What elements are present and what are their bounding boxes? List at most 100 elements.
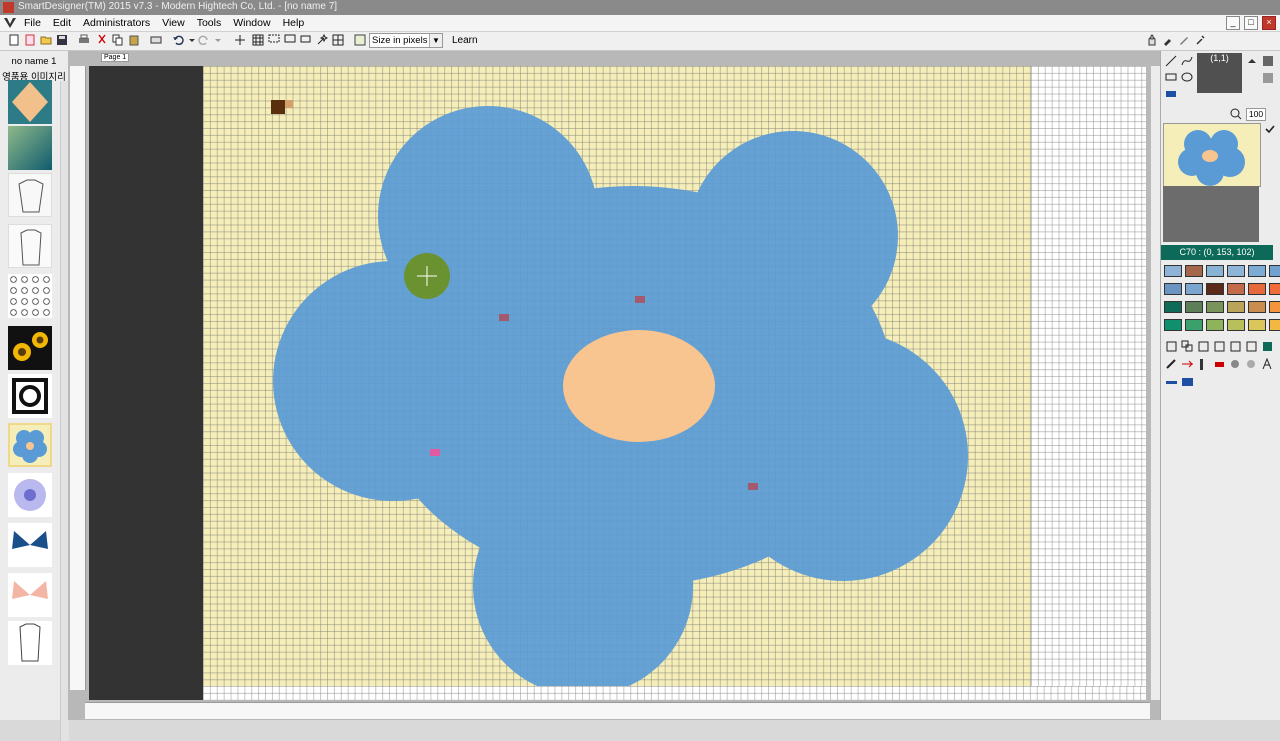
- text-tool-icon[interactable]: [1261, 358, 1274, 371]
- blue-flower-thumbnail[interactable]: [8, 423, 52, 467]
- zoom-level-field[interactable]: 100: [1246, 108, 1266, 121]
- select-cols-icon[interactable]: [300, 34, 312, 46]
- restore-button[interactable]: □: [1244, 16, 1258, 30]
- dropper-tool-icon[interactable]: [1194, 34, 1206, 46]
- page-tab[interactable]: Page 1: [101, 53, 130, 62]
- circle-pattern-thumbnail[interactable]: [8, 274, 52, 318]
- sunflower-thumbnail[interactable]: [8, 326, 52, 370]
- palette-swatch[interactable]: [1269, 265, 1280, 277]
- preview-check-icon[interactable]: [1264, 123, 1276, 135]
- palette-swatch[interactable]: [1269, 283, 1280, 295]
- copy-region-icon[interactable]: [1181, 340, 1194, 353]
- rectangle-tool-icon[interactable]: [1165, 71, 1177, 83]
- palette-swatch[interactable]: [1227, 301, 1245, 313]
- menu-edit[interactable]: Edit: [53, 16, 71, 30]
- palette-swatch[interactable]: [1227, 283, 1245, 295]
- palette-swatch[interactable]: [1206, 301, 1224, 313]
- flip-tool-icon[interactable]: [1197, 340, 1210, 353]
- view-toggle-icon[interactable]: [1262, 72, 1274, 84]
- learn-button[interactable]: Learn: [452, 35, 478, 46]
- size-refresh-icon[interactable]: [354, 34, 366, 46]
- cut-icon[interactable]: [96, 34, 108, 46]
- menu-view[interactable]: View: [162, 16, 185, 30]
- save-icon[interactable]: [56, 34, 68, 46]
- menu-help[interactable]: Help: [283, 16, 305, 30]
- paste-icon[interactable]: [128, 34, 140, 46]
- copy-icon[interactable]: [112, 34, 124, 46]
- foreground-color-icon[interactable]: [1261, 340, 1274, 353]
- menu-tools[interactable]: Tools: [197, 16, 222, 30]
- palette-swatch[interactable]: [1185, 319, 1203, 331]
- eraser-tool-icon[interactable]: [1213, 358, 1226, 371]
- ellipse-tool-icon[interactable]: [1181, 71, 1193, 83]
- brush-tool-icon[interactable]: [1162, 34, 1174, 46]
- new-file-icon[interactable]: [8, 34, 20, 46]
- palette-swatch[interactable]: [1248, 301, 1266, 313]
- mix-tool-icon[interactable]: [1229, 358, 1242, 371]
- new-template-icon[interactable]: [24, 34, 36, 46]
- recolor-tool-icon[interactable]: [1165, 358, 1178, 371]
- swap-color-icon[interactable]: [1181, 358, 1194, 371]
- grid-icon[interactable]: [252, 34, 264, 46]
- teal-gradient-thumbnail[interactable]: [8, 126, 52, 170]
- menu-administrators[interactable]: Administrators: [83, 16, 150, 30]
- palette-swatch[interactable]: [1269, 301, 1280, 313]
- redo-icon[interactable]: [198, 34, 210, 46]
- repeat-tool-icon[interactable]: [1245, 340, 1258, 353]
- palette-swatch[interactable]: [1227, 265, 1245, 277]
- select-region-icon[interactable]: [268, 34, 280, 46]
- zoom-icon[interactable]: [1230, 108, 1242, 120]
- scan-icon[interactable]: [150, 34, 162, 46]
- mirror-tool-icon[interactable]: [1229, 340, 1242, 353]
- palette-swatch[interactable]: [1269, 319, 1280, 331]
- fill-tool-icon[interactable]: [1165, 88, 1177, 100]
- palette-swatch[interactable]: [1164, 283, 1182, 295]
- print-icon[interactable]: [78, 34, 90, 46]
- menu-window[interactable]: Window: [233, 16, 270, 30]
- palette-swatch[interactable]: [1248, 283, 1266, 295]
- channel-tool-icon[interactable]: [1181, 376, 1194, 389]
- blue-butterfly-thumbnail[interactable]: [8, 523, 52, 567]
- table-icon[interactable]: [332, 34, 344, 46]
- magic-select-icon[interactable]: [316, 34, 328, 46]
- palette-swatch[interactable]: [1206, 283, 1224, 295]
- grid-toggle-icon[interactable]: [1262, 55, 1274, 67]
- coat-sketch-thumbnail[interactable]: [8, 621, 52, 665]
- blend-tool-icon[interactable]: [1245, 358, 1258, 371]
- palette-swatch[interactable]: [1185, 301, 1203, 313]
- pencil-tool-icon[interactable]: [1178, 34, 1190, 46]
- pixel-grid-canvas[interactable]: [203, 66, 1031, 686]
- palette-swatch[interactable]: [1206, 265, 1224, 277]
- select-rows-icon[interactable]: [284, 34, 296, 46]
- rotate-tool-icon[interactable]: [1213, 340, 1226, 353]
- undo-dropdown-icon[interactable]: [186, 34, 198, 46]
- curve-tool-icon[interactable]: [1181, 55, 1193, 67]
- jacket-sketch-thumbnail[interactable]: [8, 173, 52, 217]
- size-unit-select[interactable]: Size in pixels ▼: [369, 33, 443, 48]
- palette-swatch[interactable]: [1248, 319, 1266, 331]
- palette-swatch[interactable]: [1185, 265, 1203, 277]
- palette-swatch[interactable]: [1185, 283, 1203, 295]
- layer-tool-icon[interactable]: [1165, 376, 1178, 389]
- line-tool-icon[interactable]: [1165, 55, 1177, 67]
- palette-swatch[interactable]: [1164, 319, 1182, 331]
- diamond-pattern-thumbnail[interactable]: [8, 80, 52, 124]
- column-tool-icon[interactable]: [1197, 358, 1210, 371]
- close-button[interactable]: ×: [1262, 16, 1276, 30]
- menu-file[interactable]: File: [24, 16, 41, 30]
- minimize-button[interactable]: _: [1226, 16, 1240, 30]
- crosshair-icon[interactable]: [234, 34, 246, 46]
- hand-tool-icon[interactable]: [1146, 34, 1158, 46]
- palette-swatch[interactable]: [1206, 319, 1224, 331]
- palette-swatch[interactable]: [1227, 319, 1245, 331]
- pink-butterfly-thumbnail[interactable]: [8, 573, 52, 617]
- open-folder-icon[interactable]: [40, 34, 52, 46]
- redo-dropdown-icon[interactable]: [212, 34, 224, 46]
- geometric-pattern-thumbnail[interactable]: [8, 374, 52, 418]
- palette-scroll-up-icon[interactable]: [1246, 55, 1258, 67]
- purple-flower-thumbnail[interactable]: [8, 473, 52, 517]
- undo-icon[interactable]: [172, 34, 184, 46]
- palette-swatch[interactable]: [1164, 265, 1182, 277]
- palette-swatch[interactable]: [1164, 301, 1182, 313]
- palette-swatch[interactable]: [1248, 265, 1266, 277]
